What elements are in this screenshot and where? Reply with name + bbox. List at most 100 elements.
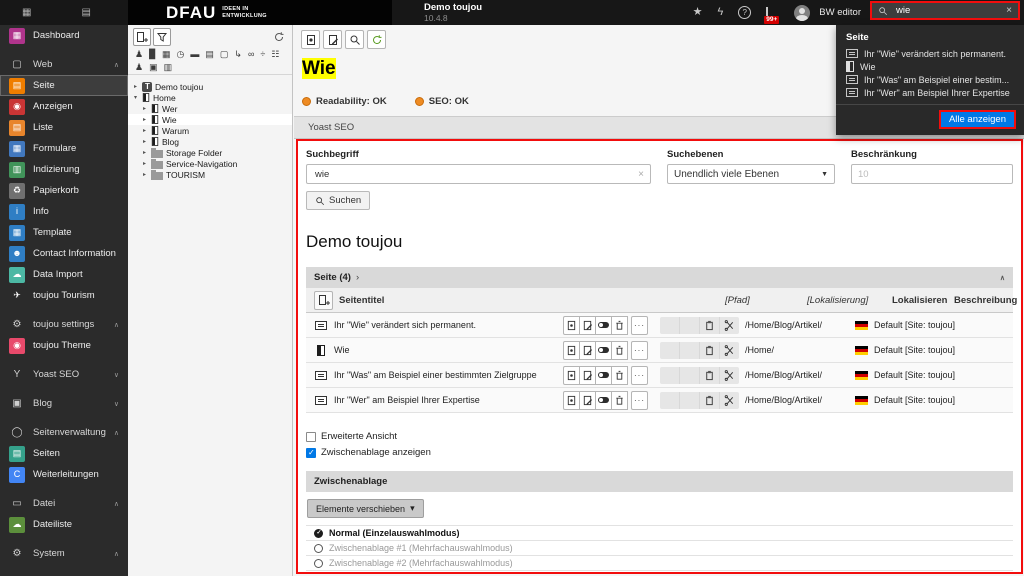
- clear-cache-button[interactable]: [367, 30, 386, 49]
- show-clipboard-checkbox[interactable]: [306, 447, 316, 458]
- cut-record-button[interactable]: [720, 367, 739, 384]
- edit-record-button[interactable]: [579, 365, 596, 385]
- search-clear-icon[interactable]: ×: [1006, 5, 1012, 16]
- delete-record-button[interactable]: [611, 365, 628, 385]
- tree-node[interactable]: ▸ Warum: [128, 125, 292, 136]
- sidebar-item[interactable]: ◉ toujou Theme: [0, 335, 128, 356]
- search-levels-select[interactable]: Unendlich viele Ebenen ▼: [667, 164, 835, 184]
- search-result-item[interactable]: Ihr "Wer" am Beispiel Ihrer Expertise: [836, 86, 1024, 99]
- bookmark-star-icon[interactable]: ★: [693, 7, 703, 18]
- sidebar-item[interactable]: ▣ Blog ∨: [0, 393, 128, 414]
- page-type-drag-icon[interactable]: ▦: [162, 50, 171, 59]
- more-options-button[interactable]: [631, 390, 648, 410]
- clipboard-mode-row[interactable]: Normal (Einzelauswahlmodus): [306, 525, 1013, 540]
- page-type-drag-icon[interactable]: ▢: [220, 50, 229, 59]
- sidebar-item[interactable]: ⚙ System ∧: [0, 543, 128, 564]
- page-type-drag-icon[interactable]: ♟: [135, 63, 143, 72]
- sidebar-item[interactable]: ☁ Data Import: [0, 264, 128, 285]
- sidebar-item[interactable]: ▤ Liste: [0, 117, 128, 138]
- collapse-icon[interactable]: ∧: [1000, 274, 1005, 282]
- search-records-button[interactable]: [345, 30, 364, 49]
- more-options-button[interactable]: [631, 365, 648, 385]
- hide-record-button[interactable]: [595, 390, 612, 410]
- page-type-drag-icon[interactable]: ▣: [149, 63, 158, 72]
- copy-record-button[interactable]: [700, 366, 720, 384]
- new-record-button[interactable]: [314, 290, 333, 310]
- clipboard-mode-row[interactable]: Zwischenablage #3 (Mehrfachauswahlmodus): [306, 570, 1013, 575]
- help-icon[interactable]: ?: [738, 6, 752, 19]
- record-title[interactable]: Ihr "Wie" verändert sich permanent.: [334, 320, 557, 330]
- edit-page-button[interactable]: [323, 30, 342, 49]
- radio-icon[interactable]: [314, 543, 323, 553]
- tree-node[interactable]: ▸ Storage Folder: [128, 147, 292, 158]
- expander-icon[interactable]: ▸: [141, 116, 148, 123]
- search-result-item[interactable]: Ihr "Was" am Beispiel einer bestim...: [836, 73, 1024, 86]
- limit-input[interactable]: 10: [858, 169, 869, 180]
- expander-icon[interactable]: ▸: [141, 171, 148, 178]
- tree-node[interactable]: ▾ Home: [128, 92, 292, 103]
- radio-icon[interactable]: [314, 528, 323, 538]
- tree-node[interactable]: ▸ Wie: [128, 114, 292, 125]
- page-type-drag-icon[interactable]: ∞: [248, 50, 254, 59]
- global-search-input[interactable]: [894, 4, 1001, 17]
- modules-menu-icon[interactable]: ▦: [22, 7, 31, 18]
- expander-icon[interactable]: ▸: [132, 83, 139, 90]
- page-type-drag-icon[interactable]: ◷: [177, 50, 185, 59]
- sidebar-item[interactable]: ▢ Web ∧: [0, 54, 128, 75]
- clear-input-icon[interactable]: ×: [638, 169, 644, 180]
- sidebar-item[interactable]: Y Yoast SEO ∨: [0, 364, 128, 385]
- view-record-button[interactable]: [563, 340, 580, 360]
- edit-record-button[interactable]: [579, 315, 596, 335]
- page-type-drag-icon[interactable]: ♟: [135, 50, 143, 59]
- copy-record-button[interactable]: [700, 341, 720, 359]
- tree-node[interactable]: ▸ Demo toujou: [128, 81, 292, 92]
- copy-record-button[interactable]: [700, 391, 720, 409]
- delete-record-button[interactable]: [611, 390, 628, 410]
- tree-node[interactable]: ▸ TOURISM: [128, 169, 292, 180]
- expander-icon[interactable]: ▸: [141, 105, 148, 112]
- cut-record-button[interactable]: [720, 392, 739, 409]
- edit-record-button[interactable]: [579, 390, 596, 410]
- page-type-drag-icon[interactable]: ▉: [149, 50, 156, 59]
- sidebar-item[interactable]: ☁ Dateiliste: [0, 514, 128, 535]
- move-elements-button[interactable]: Elemente verschieben ▾: [307, 499, 424, 518]
- sidebar-item[interactable]: ▤ Seite: [0, 75, 128, 96]
- expander-icon[interactable]: ▸: [141, 138, 148, 145]
- page-type-drag-icon[interactable]: ↳: [234, 50, 242, 59]
- sidebar-item[interactable]: ▦ Dashboard: [0, 25, 128, 46]
- cut-record-button[interactable]: [720, 317, 739, 334]
- page-type-drag-icon[interactable]: ▤: [205, 50, 214, 59]
- show-clipboard-option[interactable]: Zwischenablage anzeigen: [306, 447, 1013, 458]
- expanded-view-option[interactable]: Erweiterte Ansicht: [306, 431, 1013, 442]
- new-page-button[interactable]: [133, 28, 151, 46]
- search-result-item[interactable]: Wie: [836, 60, 1024, 73]
- record-title[interactable]: Ihr "Wer" am Beispiel Ihrer Expertise: [334, 395, 557, 405]
- sidebar-item[interactable]: ◯ Seitenverwaltung ∧: [0, 422, 128, 443]
- sidebar-item[interactable]: ✈ toujou Tourism: [0, 285, 128, 306]
- show-all-button[interactable]: Alle anzeigen: [938, 110, 1016, 129]
- radio-icon[interactable]: [314, 558, 323, 568]
- tree-node[interactable]: ▸ Blog: [128, 136, 292, 147]
- results-group-header[interactable]: Seite (4) › ∧: [306, 267, 1013, 288]
- expander-icon[interactable]: ▸: [141, 160, 148, 167]
- page-type-drag-icon[interactable]: ☷: [271, 50, 279, 59]
- copy-record-button[interactable]: [700, 316, 720, 334]
- global-search-box[interactable]: ×: [870, 1, 1020, 20]
- view-record-button[interactable]: [563, 315, 580, 335]
- clipboard-mode-row[interactable]: Zwischenablage #2 (Mehrfachauswahlmodus): [306, 555, 1013, 570]
- sidebar-item[interactable]: C Weiterleitungen: [0, 464, 128, 485]
- record-title[interactable]: Wie: [334, 345, 557, 355]
- edit-record-button[interactable]: [579, 340, 596, 360]
- sidebar-item[interactable]: ▥ Indizierung: [0, 159, 128, 180]
- tree-node[interactable]: ▸ Service-Navigation: [128, 158, 292, 169]
- record-title[interactable]: Ihr "Was" am Beispiel einer bestimmten Z…: [334, 370, 557, 380]
- view-record-button[interactable]: [563, 365, 580, 385]
- search-term-input[interactable]: [313, 167, 639, 181]
- sidebar-item[interactable]: ☻ Contact Information: [0, 243, 128, 264]
- filter-button[interactable]: [153, 28, 171, 46]
- expander-icon[interactable]: ▸: [141, 127, 148, 134]
- tree-node[interactable]: ▸ Wer: [128, 103, 292, 114]
- refresh-tree-icon[interactable]: [271, 29, 287, 45]
- sidebar-item[interactable]: ▦ Formulare: [0, 138, 128, 159]
- radio-icon[interactable]: [314, 574, 323, 575]
